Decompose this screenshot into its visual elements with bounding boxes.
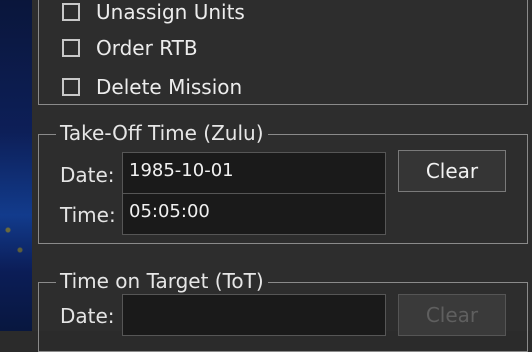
takeoff-time-input[interactable]: 05:05:00 xyxy=(122,193,386,235)
tot-date-label: Date: xyxy=(60,304,115,328)
order-rtb-checkbox-row[interactable]: Order RTB xyxy=(62,36,198,60)
delete-mission-checkbox[interactable] xyxy=(62,78,80,96)
takeoff-clear-button[interactable]: Clear xyxy=(398,150,506,192)
time-on-target-title: Time on Target (ToT) xyxy=(56,270,268,292)
takeoff-time-title: Take-Off Time (Zulu) xyxy=(56,122,268,144)
unassign-units-checkbox-row[interactable]: Unassign Units xyxy=(62,0,245,24)
takeoff-time-label: Time: xyxy=(60,203,116,227)
mission-options-panel: Unassign Units Order RTB Delete Mission … xyxy=(32,0,532,352)
tot-clear-button[interactable]: Clear xyxy=(398,294,506,336)
order-rtb-checkbox[interactable] xyxy=(62,39,80,57)
takeoff-date-label: Date: xyxy=(60,163,115,187)
takeoff-date-input[interactable]: 1985-10-01 xyxy=(122,152,386,194)
delete-mission-label: Delete Mission xyxy=(96,75,243,99)
unassign-units-label: Unassign Units xyxy=(96,0,245,24)
tot-date-input[interactable] xyxy=(122,294,386,336)
delete-mission-checkbox-row[interactable]: Delete Mission xyxy=(62,75,242,99)
map-background-strip xyxy=(0,0,32,331)
unassign-units-checkbox[interactable] xyxy=(62,3,80,21)
order-rtb-label: Order RTB xyxy=(96,36,198,60)
